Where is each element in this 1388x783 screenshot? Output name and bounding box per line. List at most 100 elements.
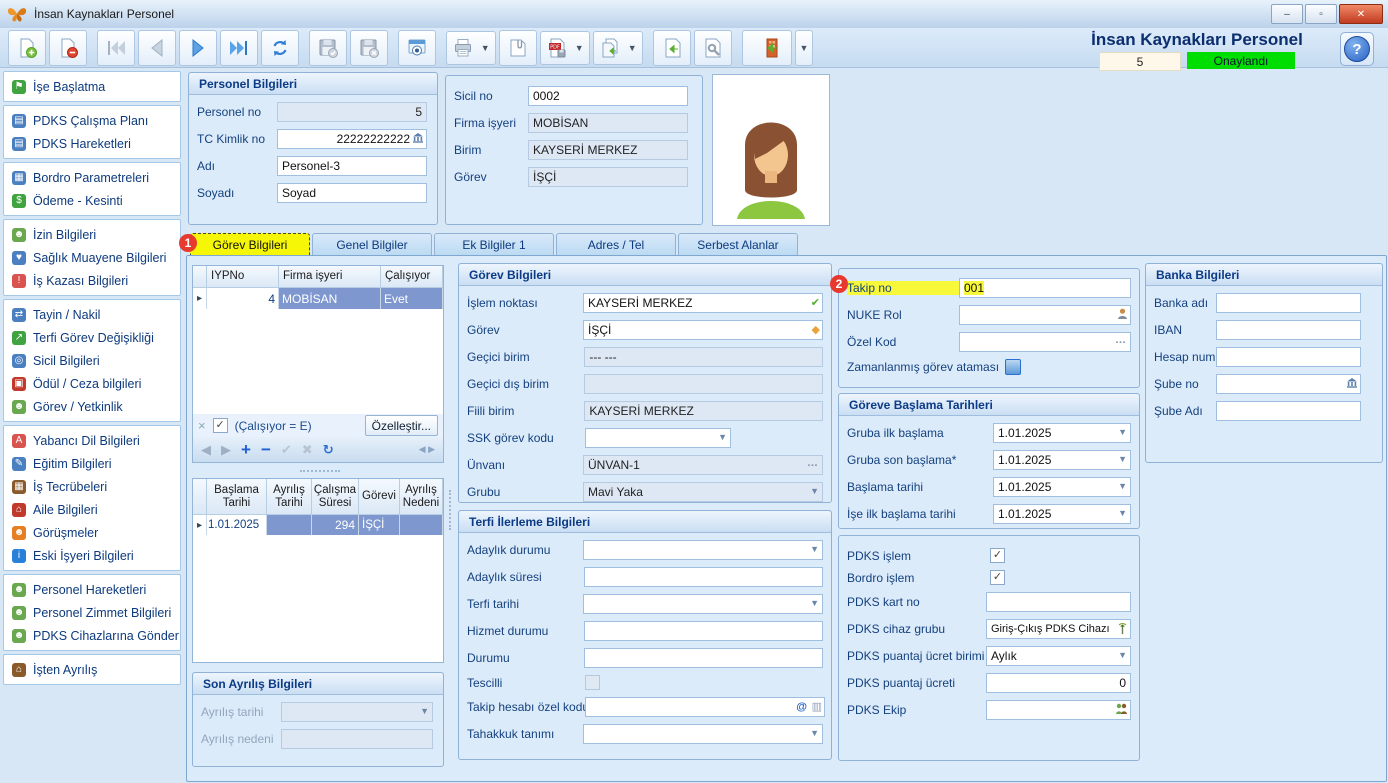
sidebar-item-eski-isyeri[interactable]: iEski İşyeri Bilgileri (4, 544, 180, 567)
horizontal-splitter[interactable] (300, 470, 340, 472)
adaylik-durumu-dropdown[interactable] (583, 540, 823, 560)
sube-adi-field[interactable] (1216, 401, 1361, 421)
sidebar-item-izin-bilgileri[interactable]: ☻İzin Bilgileri (4, 223, 180, 246)
last-record-button[interactable] (220, 30, 258, 66)
terfi-tarihi-dropdown[interactable] (583, 594, 823, 614)
exit-dropdown-arrow[interactable]: ▼ (795, 30, 813, 66)
nav-cancel-icon[interactable]: ✖ (302, 443, 313, 456)
sidebar-item-pdks-hareketleri[interactable]: ▤PDKS Hareketleri (4, 132, 180, 155)
attachment-button[interactable] (499, 30, 537, 66)
sidebar-item-egitim[interactable]: ✎Eğitim Bilgileri (4, 452, 180, 475)
vertical-splitter[interactable] (449, 490, 451, 530)
tab-serbest-alanlar[interactable]: Serbest Alanlar (678, 233, 798, 256)
sidebar-item-odul-ceza[interactable]: ▣Ödül / Ceza bilgileri (4, 372, 180, 395)
person-lookup-icon[interactable] (1117, 308, 1128, 322)
pdks-islem-checkbox[interactable]: ✓ (990, 548, 1005, 563)
refresh-button[interactable] (261, 30, 299, 66)
tab-ek-bilgiler-1[interactable]: Ek Bilgiler 1 (434, 233, 554, 256)
sidebar-item-aile[interactable]: ⌂Aile Bilgileri (4, 498, 180, 521)
sidebar-item-tayin-nakil[interactable]: ⇄Tayin / Nakil (4, 303, 180, 326)
sidebar-item-is-tecrubeleri[interactable]: ▦İş Tecrübeleri (4, 475, 180, 498)
ozel-kod-field[interactable] (959, 332, 1131, 352)
print-button[interactable]: ▼ (446, 31, 496, 65)
maximize-button[interactable]: ▫ (1305, 4, 1337, 24)
next-record-button[interactable] (179, 30, 217, 66)
pdks-ekip-field[interactable] (986, 700, 1131, 720)
revert-button[interactable] (653, 30, 691, 66)
sicil-no-field[interactable] (528, 86, 688, 106)
hesap-num-field[interactable] (1216, 347, 1361, 367)
durumu-field[interactable] (584, 648, 823, 668)
pdf-dropdown-arrow[interactable]: ▼ (575, 43, 584, 53)
tc-kimlik-field[interactable] (277, 129, 427, 149)
sidebar-item-ise-baslatma[interactable]: ⚑İşe Başlatma (4, 75, 180, 98)
sube-no-field[interactable] (1216, 374, 1361, 394)
antenna-icon[interactable] (1117, 622, 1128, 637)
gruba-ilk-baslama-date[interactable] (993, 423, 1131, 443)
sidebar-item-pdks-cihazlarina[interactable]: ☻PDKS Cihazlarına Gönder (4, 624, 180, 647)
nav-prev-icon[interactable]: ◀ (201, 443, 211, 456)
scheduled-task-icon[interactable] (1005, 359, 1021, 375)
filter-checkbox[interactable]: ✓ (213, 418, 228, 433)
pdf-export-button[interactable]: PDF ▼ (540, 31, 590, 65)
nuke-rol-field[interactable] (959, 305, 1131, 325)
soyadi-field[interactable] (277, 183, 427, 203)
ise-ilk-baslama-date[interactable] (993, 504, 1131, 524)
sidebar-item-odeme-kesinti[interactable]: $Ödeme - Kesinti (4, 189, 180, 212)
tag-icon[interactable]: ◆ (812, 325, 820, 336)
double-check-icon[interactable]: ✔ (811, 298, 820, 309)
personnel-photo[interactable] (712, 74, 830, 226)
sidebar-item-sicil-bilgileri[interactable]: ◎Sicil Bilgileri (4, 349, 180, 372)
exit-button[interactable] (742, 30, 792, 66)
customize-button[interactable]: Özelleştir... (365, 415, 438, 436)
sidebar-item-is-kazasi[interactable]: !İş Kazası Bilgileri (4, 269, 180, 292)
sidebar-item-personel-zimmet[interactable]: ☻Personel Zimmet Bilgileri (4, 601, 180, 624)
islem-noktasi-field[interactable] (583, 293, 823, 313)
nav-next-icon[interactable]: ▶ (221, 443, 231, 456)
help-button[interactable]: ? (1340, 32, 1374, 66)
sidebar-item-isten-ayrilis[interactable]: ⌂İşten Ayrılış (4, 658, 180, 681)
close-button[interactable]: ✕ (1339, 4, 1383, 24)
sidebar-item-yabanci-dil[interactable]: AYabancı Dil Bilgileri (4, 429, 180, 452)
transfer-dropdown-arrow[interactable]: ▼ (628, 43, 637, 53)
ssk-gorev-kodu-dropdown[interactable] (585, 428, 731, 448)
takip-no-field[interactable]: 001 (959, 278, 1131, 298)
print-dropdown-arrow[interactable]: ▼ (481, 43, 490, 53)
bank-icon[interactable] (412, 132, 424, 146)
sidebar-item-saglik-muayene[interactable]: ♥Sağlık Muayene Bilgileri (4, 246, 180, 269)
sidebar-item-terfi-gorev[interactable]: ↗Terfi Görev Değişikliği (4, 326, 180, 349)
save-cancel-button[interactable] (350, 30, 388, 66)
nav-add-icon[interactable]: + (241, 441, 251, 458)
nav-remove-icon[interactable]: − (261, 441, 271, 458)
ellipsis-icon[interactable]: … (1115, 334, 1127, 346)
delete-record-button[interactable] (49, 30, 87, 66)
pdks-cihaz-grubu-field[interactable] (986, 619, 1131, 639)
table-row[interactable]: ▸ 4 MOBİSAN Evet (193, 288, 443, 309)
gorev-input-field[interactable] (583, 320, 823, 340)
pdks-kart-no-field[interactable] (986, 592, 1131, 612)
preview-button[interactable] (398, 30, 436, 66)
previous-record-button[interactable] (138, 30, 176, 66)
minimize-button[interactable]: – (1271, 4, 1303, 24)
sidebar-item-gorusmeler[interactable]: ☻Görüşmeler (4, 521, 180, 544)
bank-icon[interactable] (1346, 377, 1358, 391)
bordro-islem-checkbox[interactable]: ✓ (990, 570, 1005, 585)
nav-refresh-icon[interactable]: ↻ (323, 443, 334, 456)
nav-pager-icons[interactable]: ◀ ▶ (419, 445, 435, 454)
tab-gorev-bilgileri[interactable]: Görev Bilgileri (190, 233, 310, 257)
new-record-button[interactable] (8, 30, 46, 66)
gruba-son-baslama-date[interactable] (993, 450, 1131, 470)
banka-adi-field[interactable] (1216, 293, 1361, 313)
takip-hesabi-field[interactable] (585, 697, 825, 717)
tab-adres-tel[interactable]: Adres / Tel (556, 233, 676, 256)
transfer-button[interactable]: ▼ (593, 31, 643, 65)
at-icon[interactable]: @ (796, 702, 807, 713)
sidebar-item-personel-hareketleri[interactable]: ☻Personel Hareketleri (4, 578, 180, 601)
adi-field[interactable] (277, 156, 427, 176)
hizmet-durumu-field[interactable] (584, 621, 823, 641)
pdks-puantaj-ucreti-field[interactable] (986, 673, 1131, 693)
unvani-field[interactable] (583, 455, 823, 475)
sidebar-item-pdks-calisma-plani[interactable]: ▤PDKS Çalışma Planı (4, 109, 180, 132)
ellipsis-icon[interactable]: … (807, 457, 819, 469)
tools-button[interactable] (694, 30, 732, 66)
